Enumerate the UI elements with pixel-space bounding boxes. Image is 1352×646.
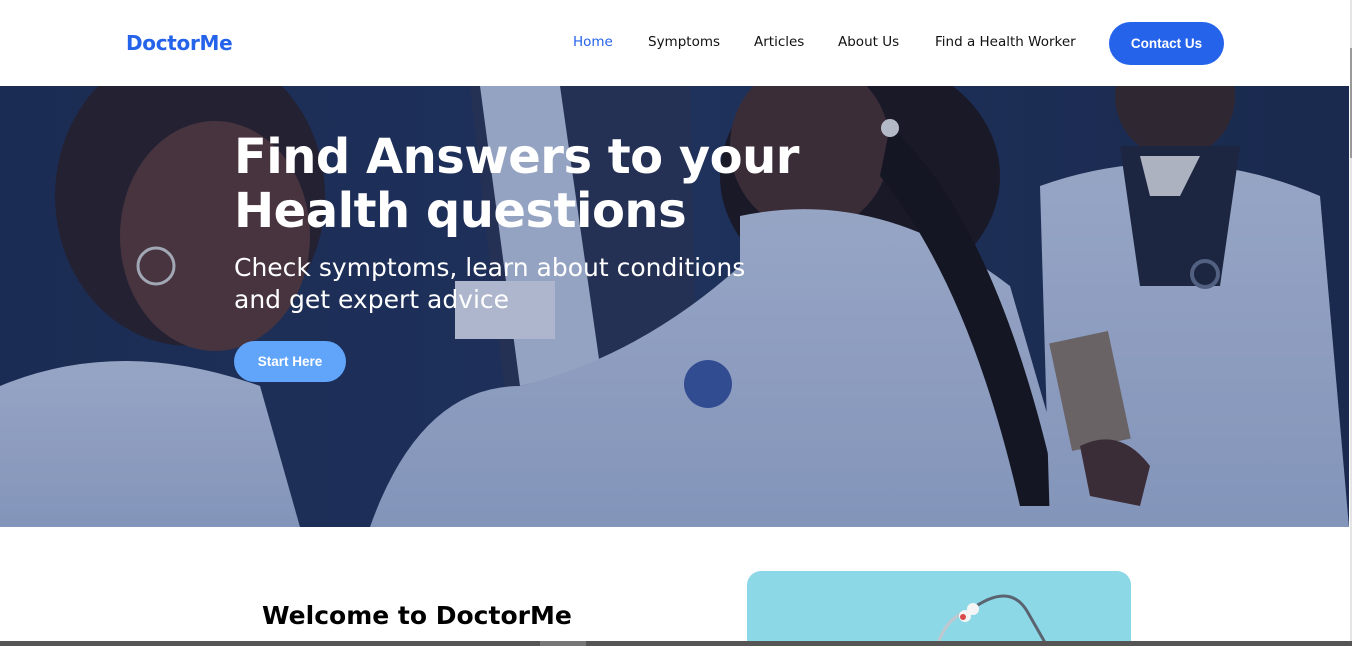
welcome-image [747,571,1131,646]
nav-item-symptoms[interactable]: Symptoms [648,34,720,50]
hero-subtitle: Check symptoms, learn about conditions a… [234,253,746,314]
horizontal-scrollbar-track [0,641,1352,646]
nav-item-articles[interactable]: Articles [754,34,804,50]
hero-section: Find Answers to your Health questions Ch… [0,86,1349,527]
hero-title: Find Answers to your Health questions [234,129,799,239]
nav-item-home[interactable]: Home [573,34,613,50]
navbar: DoctorMe Home Symptoms Articles About Us… [0,0,1350,86]
start-here-button[interactable]: Start Here [234,341,346,382]
brand-logo[interactable]: DoctorMe [126,31,233,55]
nav-item-about-us[interactable]: About Us [838,34,899,50]
nav-item-find-health-worker[interactable]: Find a Health Worker [935,34,1076,50]
horizontal-scrollbar[interactable] [540,641,586,646]
contact-us-button[interactable]: Contact Us [1109,22,1224,65]
stethoscope-icon [935,594,1049,646]
welcome-heading: Welcome to DoctorMe [262,601,572,630]
